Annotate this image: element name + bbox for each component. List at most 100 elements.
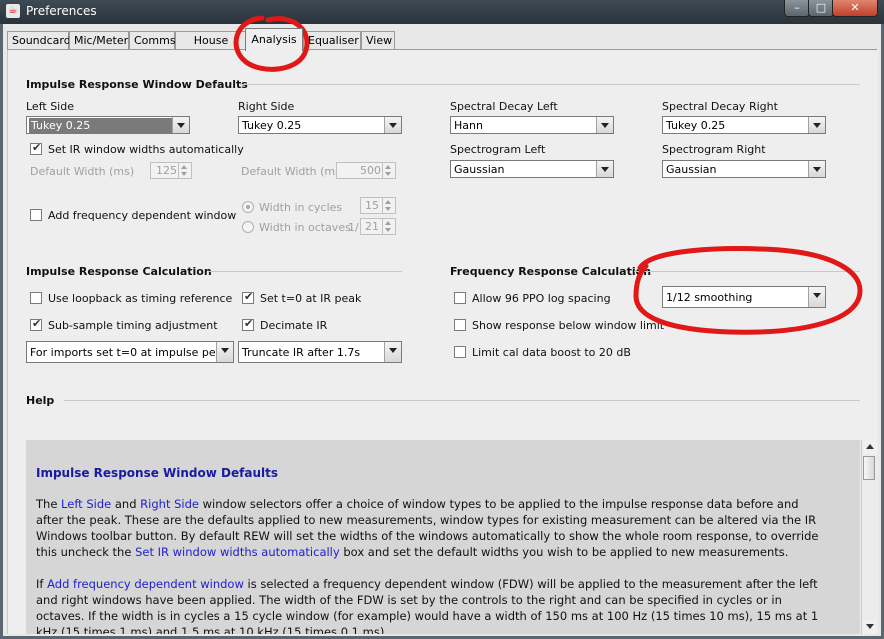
help-separator: [64, 400, 860, 401]
ppo-label: Allow 96 PPO log spacing: [472, 292, 611, 305]
dialog-client: Soundcard Mic/Meter Comms House Curve An…: [3, 24, 881, 636]
spectral-right-label: Spectral Decay Right: [662, 100, 778, 113]
ppo-checkbox[interactable]: [454, 292, 466, 304]
preferences-window: ☕ Preferences – □ ✕ Soundcard Mic/Meter …: [0, 0, 884, 639]
chevron-down-icon: [596, 161, 613, 177]
left-width-spinner[interactable]: 125: [150, 162, 192, 179]
spectral-left-value: Hann: [454, 119, 483, 132]
irc-section-title: Impulse Response Calculation: [26, 265, 212, 278]
below-limit-label: Show response below window limit: [472, 319, 665, 332]
help-section-title: Help: [26, 394, 55, 407]
frc-separator: [634, 271, 860, 272]
truncate-select[interactable]: Truncate IR after 1.7s: [238, 341, 402, 363]
help-text: The: [36, 497, 62, 511]
java-app-icon: ☕: [6, 4, 20, 18]
cycles-radio[interactable]: [242, 201, 254, 213]
left-side-select[interactable]: Tukey 0.25: [26, 116, 190, 134]
help-text: box and set the default widths you wish …: [339, 545, 789, 559]
right-side-select[interactable]: Tukey 0.25: [238, 116, 402, 134]
help-scrollbar[interactable]: [861, 440, 877, 634]
chevron-down-icon: [384, 117, 401, 133]
tab-soundcard[interactable]: Soundcard: [7, 31, 71, 50]
decimate-checkbox[interactable]: [242, 317, 254, 331]
help-link-set-auto[interactable]: Set IR window widths automatically: [135, 545, 340, 559]
spinner-arrows-icon: [178, 163, 191, 178]
octaves-spinner[interactable]: 21: [360, 218, 396, 235]
octaves-label: Width in octaves: [259, 221, 351, 234]
spectrogram-left-value: Gaussian: [454, 163, 505, 176]
help-text: and: [111, 497, 141, 511]
chevron-down-icon: [216, 342, 233, 362]
t0-peak-checkbox[interactable]: [242, 290, 254, 304]
below-limit-checkbox[interactable]: [454, 319, 466, 331]
close-button[interactable]: ✕: [832, 0, 878, 17]
irw-separator: [240, 84, 860, 85]
imports-value: For imports set t=0 at impulse peak: [30, 346, 229, 359]
right-width-spinner[interactable]: 500: [336, 162, 396, 179]
left-side-label: Left Side: [26, 100, 74, 113]
spectral-right-value: Tukey 0.25: [666, 119, 726, 132]
tab-analysis[interactable]: Analysis: [245, 28, 303, 51]
fdw-label: Add frequency dependent window: [48, 209, 237, 222]
subsample-label: Sub-sample timing adjustment: [48, 319, 218, 332]
imports-select[interactable]: For imports set t=0 at impulse peak: [26, 341, 234, 363]
cal-boost-checkbox[interactable]: [454, 346, 466, 358]
tab-mic-meter[interactable]: Mic/Meter: [69, 31, 129, 50]
right-side-label: Right Side: [238, 100, 295, 113]
set-auto-checkbox[interactable]: [30, 141, 42, 155]
spinner-arrows-icon: [382, 219, 395, 234]
spectrogram-right-value: Gaussian: [666, 163, 717, 176]
scroll-up-icon[interactable]: [862, 440, 877, 454]
scroll-down-icon[interactable]: [862, 620, 877, 634]
spectrogram-right-select[interactable]: Gaussian: [662, 160, 826, 178]
maximize-button[interactable]: □: [808, 0, 834, 17]
help-link-right-side[interactable]: Right Side: [140, 497, 199, 511]
cal-boost-label: Limit cal data boost to 20 dB: [472, 346, 631, 359]
minimize-button[interactable]: –: [784, 0, 810, 17]
help-heading: Impulse Response Window Defaults: [36, 466, 278, 480]
fdw-checkbox[interactable]: [30, 209, 42, 221]
irc-separator: [208, 271, 402, 272]
chevron-down-icon: [384, 342, 401, 362]
spinner-arrows-icon: [382, 198, 395, 213]
cycles-spinner[interactable]: 15: [360, 197, 396, 214]
smoothing-select[interactable]: 1/12 smoothing: [662, 286, 826, 308]
subsample-checkbox[interactable]: [30, 317, 42, 331]
decimate-label: Decimate IR: [260, 319, 328, 332]
spinner-arrows-icon: [382, 163, 395, 178]
help-pane[interactable]: Impulse Response Window Defaults The Lef…: [26, 440, 860, 634]
octaves-value: 21: [365, 220, 379, 233]
close-icon: ✕: [850, 1, 860, 14]
spectrogram-right-label: Spectrogram Right: [662, 143, 766, 156]
cycles-value: 15: [365, 199, 379, 212]
set-auto-label: Set IR window widths automatically: [48, 143, 244, 156]
smoothing-value: 1/12 smoothing: [666, 291, 753, 304]
tab-equaliser[interactable]: Equaliser: [303, 31, 361, 50]
irw-section-title: Impulse Response Window Defaults: [26, 78, 248, 91]
loopback-checkbox[interactable]: [30, 292, 42, 304]
help-text: If: [36, 577, 48, 591]
help-paragraph-1: The Left Side and Right Side window sele…: [36, 496, 826, 560]
tab-view[interactable]: View: [361, 31, 395, 50]
octaves-radio[interactable]: [242, 221, 254, 233]
left-width-value: 125: [156, 164, 177, 177]
spectrogram-left-select[interactable]: Gaussian: [450, 160, 614, 178]
octaves-prefix: 1/: [348, 221, 359, 234]
help-link-fdw[interactable]: Add frequency dependent window: [47, 577, 244, 591]
left-width-label: Default Width (ms): [30, 165, 135, 178]
left-side-value: Tukey 0.25: [29, 118, 173, 133]
analysis-panel: Impulse Response Window Defaults Left Si…: [7, 50, 878, 634]
right-width-value: 500: [360, 164, 381, 177]
spectral-left-select[interactable]: Hann: [450, 116, 614, 134]
scroll-thumb[interactable]: [863, 456, 875, 480]
title-bar[interactable]: ☕ Preferences – □ ✕: [0, 0, 884, 24]
tab-comms[interactable]: Comms: [129, 31, 176, 50]
spectral-right-select[interactable]: Tukey 0.25: [662, 116, 826, 134]
spectral-left-label: Spectral Decay Left: [450, 100, 558, 113]
window-title: Preferences: [26, 4, 97, 18]
loopback-label: Use loopback as timing reference: [48, 292, 233, 305]
chevron-down-icon: [596, 117, 613, 133]
tab-house-curve[interactable]: House Curve: [175, 31, 247, 50]
chevron-down-icon: [808, 117, 825, 133]
help-link-left-side[interactable]: Left Side: [61, 497, 111, 511]
